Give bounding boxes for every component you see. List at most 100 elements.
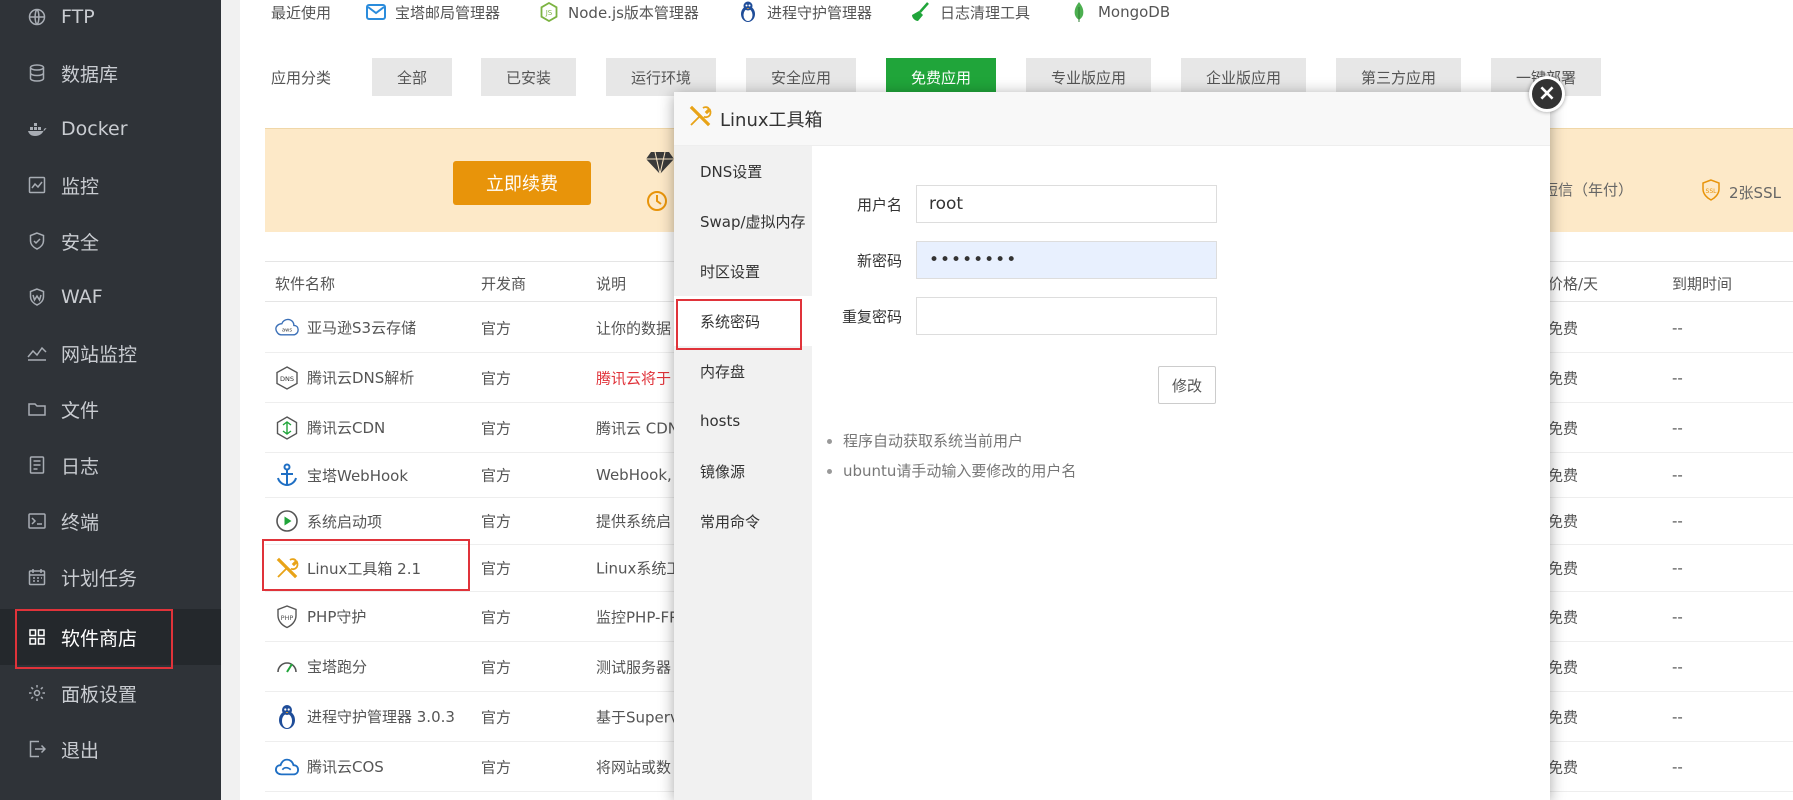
play-circle-icon (275, 509, 299, 533)
svg-text:PHP: PHP (281, 614, 294, 622)
sidebar-item-logout[interactable]: 退出 (0, 721, 221, 777)
banner-sms-item: 短信（年付） (1543, 179, 1633, 200)
tab-mirror[interactable]: 镜像源 (674, 446, 812, 496)
sidebar-item-label: 面板设置 (61, 683, 138, 706)
tab-swap[interactable]: Swap/虚拟内存 (674, 196, 812, 246)
tips-list: 程序自动获取系统当前用户 ubuntu请手动输入要修改的用户名 (829, 426, 1076, 486)
cdn-icon (275, 415, 299, 440)
sidebar-item-ftp[interactable]: FTP (0, 0, 221, 45)
recent-item-label: 进程守护管理器 (766, 3, 872, 22)
category-thirdparty-button[interactable]: 第三方应用 (1336, 58, 1461, 96)
sidebar-item-site-monitor[interactable]: 网站监控 (0, 325, 221, 381)
sidebar-item-label: 文件 (61, 399, 100, 422)
monitor-icon (27, 175, 47, 195)
tab-ramdisk[interactable]: 内存盘 (674, 346, 812, 396)
tab-timezone[interactable]: 时区设置 (674, 246, 812, 296)
category-runtime-button[interactable]: 运行环境 (606, 58, 716, 96)
row-name: 系统启动项 (275, 509, 382, 533)
repeat-password-row: 重复密码 (812, 297, 1217, 335)
header-developer: 开发商 (481, 275, 527, 293)
close-icon[interactable]: × (1529, 76, 1565, 112)
row-name: 宝塔跑分 (275, 655, 367, 679)
terminal-icon (27, 511, 47, 531)
repeat-password-label: 重复密码 (841, 307, 902, 326)
recent-item-mail[interactable]: 宝塔邮局管理器 (365, 1, 500, 23)
category-enterprise-button[interactable]: 企业版应用 (1181, 58, 1306, 96)
sidebar-item-monitor[interactable]: 监控 (0, 157, 221, 213)
sidebar-item-label: 软件商店 (61, 627, 138, 650)
clock-icon (645, 189, 669, 217)
category-free-button[interactable]: 免费应用 (886, 58, 996, 96)
category-label: 应用分类 (271, 69, 332, 87)
recent-item-label: 日志清理工具 (939, 3, 1030, 22)
tab-dns[interactable]: DNS设置 (674, 146, 812, 196)
sidebar-item-label: WAF (61, 286, 103, 308)
header-desc: 说明 (596, 275, 627, 293)
category-pro-button[interactable]: 专业版应用 (1026, 58, 1151, 96)
sidebar-item-label: 退出 (61, 739, 100, 762)
mail-icon (365, 1, 387, 23)
row-name: 腾讯云COS (275, 755, 384, 779)
recent-item-label: Node.js版本管理器 (568, 3, 699, 22)
sidebar-item-label: FTP (61, 6, 95, 28)
chart-line-icon (27, 343, 47, 363)
sidebar-item-cron[interactable]: 计划任务 (0, 549, 221, 605)
dialog-titlebar: Linux工具箱 (674, 92, 1550, 146)
penguin-icon (275, 704, 299, 729)
mongodb-leaf-icon (1068, 1, 1090, 23)
header-expire: 到期时间 (1672, 275, 1733, 293)
header-price: 价格/天 (1548, 275, 1599, 293)
sidebar-item-files[interactable]: 文件 (0, 381, 221, 437)
calendar-icon (27, 567, 47, 587)
sidebar-item-waf[interactable]: WAF (0, 269, 221, 325)
recent-item-label: MongoDB (1097, 3, 1171, 21)
sidebar-item-settings[interactable]: 面板设置 (0, 665, 221, 721)
globe-icon (27, 7, 47, 27)
shield-icon (27, 231, 47, 251)
svg-text:aws: aws (282, 327, 292, 333)
recent-item-nodejs[interactable]: JS Node.js版本管理器 (538, 1, 699, 23)
sidebar-item-logs[interactable]: 日志 (0, 437, 221, 493)
category-all-button[interactable]: 全部 (372, 58, 452, 96)
php-shield-icon: PHP (275, 604, 299, 629)
row-name: PHP PHP守护 (275, 604, 366, 629)
tab-common-commands[interactable]: 常用命令 (674, 496, 812, 546)
recent-item-supervisor[interactable]: 进程守护管理器 (737, 1, 872, 23)
sidebar-item-label: Docker (61, 118, 128, 140)
sidebar-item-docker[interactable]: Docker (0, 101, 221, 157)
username-input[interactable]: root (916, 185, 1217, 223)
linux-toolbox-dialog: Linux工具箱 DNS设置 Swap/虚拟内存 时区设置 系统密码 内存盘 h… (674, 92, 1550, 800)
modify-button[interactable]: 修改 (1158, 366, 1216, 404)
new-password-row: 新密码 •••••••• (812, 241, 1217, 279)
row-name: aws 亚马逊S3云存储 (275, 316, 416, 340)
recent-item-mongodb[interactable]: MongoDB (1068, 1, 1170, 23)
repeat-password-input[interactable] (916, 297, 1217, 335)
database-icon (27, 63, 47, 83)
category-installed-button[interactable]: 已安装 (481, 58, 576, 96)
sidebar-item-terminal[interactable]: 终端 (0, 493, 221, 549)
recent-item-label: 宝塔邮局管理器 (395, 3, 501, 22)
banner-ssl-label: 2张SSL (1729, 183, 1781, 202)
sidebar-item-database[interactable]: 数据库 (0, 45, 221, 101)
sidebar-item-security[interactable]: 安全 (0, 213, 221, 269)
svg-text:JS: JS (545, 9, 553, 17)
sidebar-item-store[interactable]: 软件商店 (0, 609, 221, 665)
tab-system-password[interactable]: 系统密码 (674, 296, 812, 346)
cloud-icon (275, 755, 299, 779)
broom-icon (910, 1, 932, 23)
dialog-title: Linux工具箱 (720, 109, 823, 131)
row-name: 宝塔WebHook (275, 463, 408, 487)
new-password-label: 新密码 (856, 251, 902, 270)
banner-ssl-item: SSL 2张SSL (1701, 179, 1781, 205)
category-security-button[interactable]: 安全应用 (746, 58, 856, 96)
tip-item: ubuntu请手动输入要修改的用户名 (843, 456, 1076, 486)
recent-item-logclean[interactable]: 日志清理工具 (910, 1, 1030, 23)
tab-hosts[interactable]: hosts (674, 396, 812, 446)
svg-text:DNS: DNS (280, 375, 294, 383)
banner-sms-label: 短信（年付） (1543, 181, 1634, 199)
new-password-input[interactable]: •••••••• (916, 241, 1217, 279)
username-label: 用户名 (856, 195, 902, 214)
username-row: 用户名 root (812, 185, 1217, 223)
diamond-icon (645, 151, 675, 179)
renew-button[interactable]: 立即续费 (453, 161, 591, 205)
